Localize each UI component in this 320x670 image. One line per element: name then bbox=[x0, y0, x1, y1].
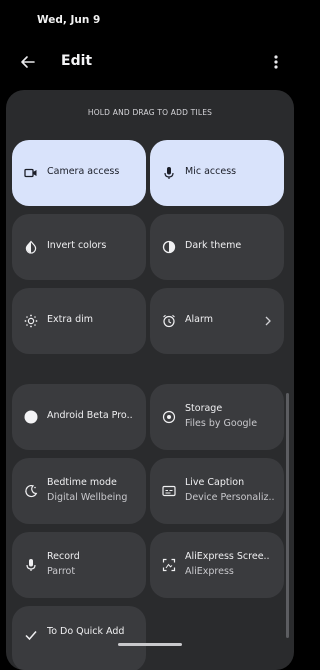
tile-subtitle: AliExpress bbox=[185, 566, 234, 577]
tile-subtitle: Parrot bbox=[47, 566, 76, 577]
more-vert-icon bbox=[274, 55, 278, 69]
tile-label: Extra dim bbox=[47, 314, 94, 325]
tile-subtitle: Files by Google bbox=[185, 418, 258, 429]
tiles-panel[interactable]: HOLD AND DRAG TO ADD TILES Camera access… bbox=[6, 90, 294, 670]
tile-label: Android Beta Pro.. bbox=[47, 410, 133, 421]
invert-colors-icon bbox=[25, 240, 37, 254]
page-title: Edit bbox=[61, 53, 93, 69]
chevron-right-icon bbox=[265, 316, 271, 326]
tile-invert-colors[interactable]: Invert colors bbox=[12, 214, 146, 280]
tile-android-beta[interactable]: Android Beta Pro.. bbox=[12, 384, 146, 450]
drag-hint: HOLD AND DRAG TO ADD TILES bbox=[87, 108, 213, 117]
more-options-button[interactable] bbox=[266, 48, 286, 76]
tile-subtitle: Device Personaliz.. bbox=[185, 492, 275, 503]
tile-label: AliExpress Scree.. bbox=[185, 551, 270, 562]
tile-record[interactable]: Record Parrot bbox=[12, 532, 146, 598]
tile-bedtime-mode[interactable]: Bedtime mode Digital Wellbeing bbox=[12, 458, 146, 524]
tile-label: Dark theme bbox=[185, 240, 242, 251]
circle-icon bbox=[24, 410, 38, 424]
arrow-left-icon bbox=[21, 56, 35, 68]
top-app-bar: Edit bbox=[0, 40, 300, 84]
status-bar: Wed, Jun 9 bbox=[0, 0, 300, 40]
tile-storage[interactable]: Storage Files by Google bbox=[150, 384, 284, 450]
camera-icon bbox=[24, 168, 37, 178]
check-icon bbox=[25, 631, 37, 641]
scrollbar-thumb[interactable] bbox=[286, 393, 289, 638]
back-button[interactable] bbox=[14, 48, 42, 76]
mic-icon bbox=[26, 559, 36, 571]
storage-icon bbox=[162, 410, 176, 424]
tile-alarm[interactable]: Alarm bbox=[150, 288, 284, 354]
tile-label: Storage bbox=[185, 403, 223, 414]
tile-label: Bedtime mode bbox=[47, 477, 117, 488]
extra-dim-icon bbox=[24, 314, 38, 328]
screenshot-icon bbox=[162, 558, 176, 572]
tile-subtitle: Digital Wellbeing bbox=[47, 492, 128, 503]
tile-label: Live Caption bbox=[185, 477, 245, 488]
tile-aliexpress-screenshot[interactable]: AliExpress Scree.. AliExpress bbox=[150, 532, 284, 598]
tile-dark-theme[interactable]: Dark theme bbox=[150, 214, 284, 280]
tile-label: Invert colors bbox=[47, 240, 107, 251]
gesture-nav-handle[interactable] bbox=[118, 643, 182, 646]
tile-label: Record bbox=[47, 551, 80, 562]
tile-label: Camera access bbox=[47, 166, 120, 177]
tile-label: To Do Quick Add bbox=[47, 626, 125, 637]
tile-live-caption[interactable]: Live Caption Device Personaliz.. bbox=[150, 458, 284, 524]
alarm-icon bbox=[163, 314, 175, 328]
tile-todo-quick-add[interactable]: To Do Quick Add bbox=[12, 606, 146, 670]
live-caption-icon bbox=[162, 485, 176, 497]
bedtime-icon bbox=[25, 484, 38, 498]
tile-mic-access[interactable]: Mic access bbox=[150, 140, 284, 206]
tile-label: Mic access bbox=[185, 166, 237, 177]
tile-camera-access[interactable]: Camera access bbox=[12, 140, 146, 206]
dark-theme-icon bbox=[162, 240, 176, 254]
tile-extra-dim[interactable]: Extra dim bbox=[12, 288, 146, 354]
mic-icon bbox=[164, 167, 174, 179]
status-date: Wed, Jun 9 bbox=[37, 14, 101, 26]
